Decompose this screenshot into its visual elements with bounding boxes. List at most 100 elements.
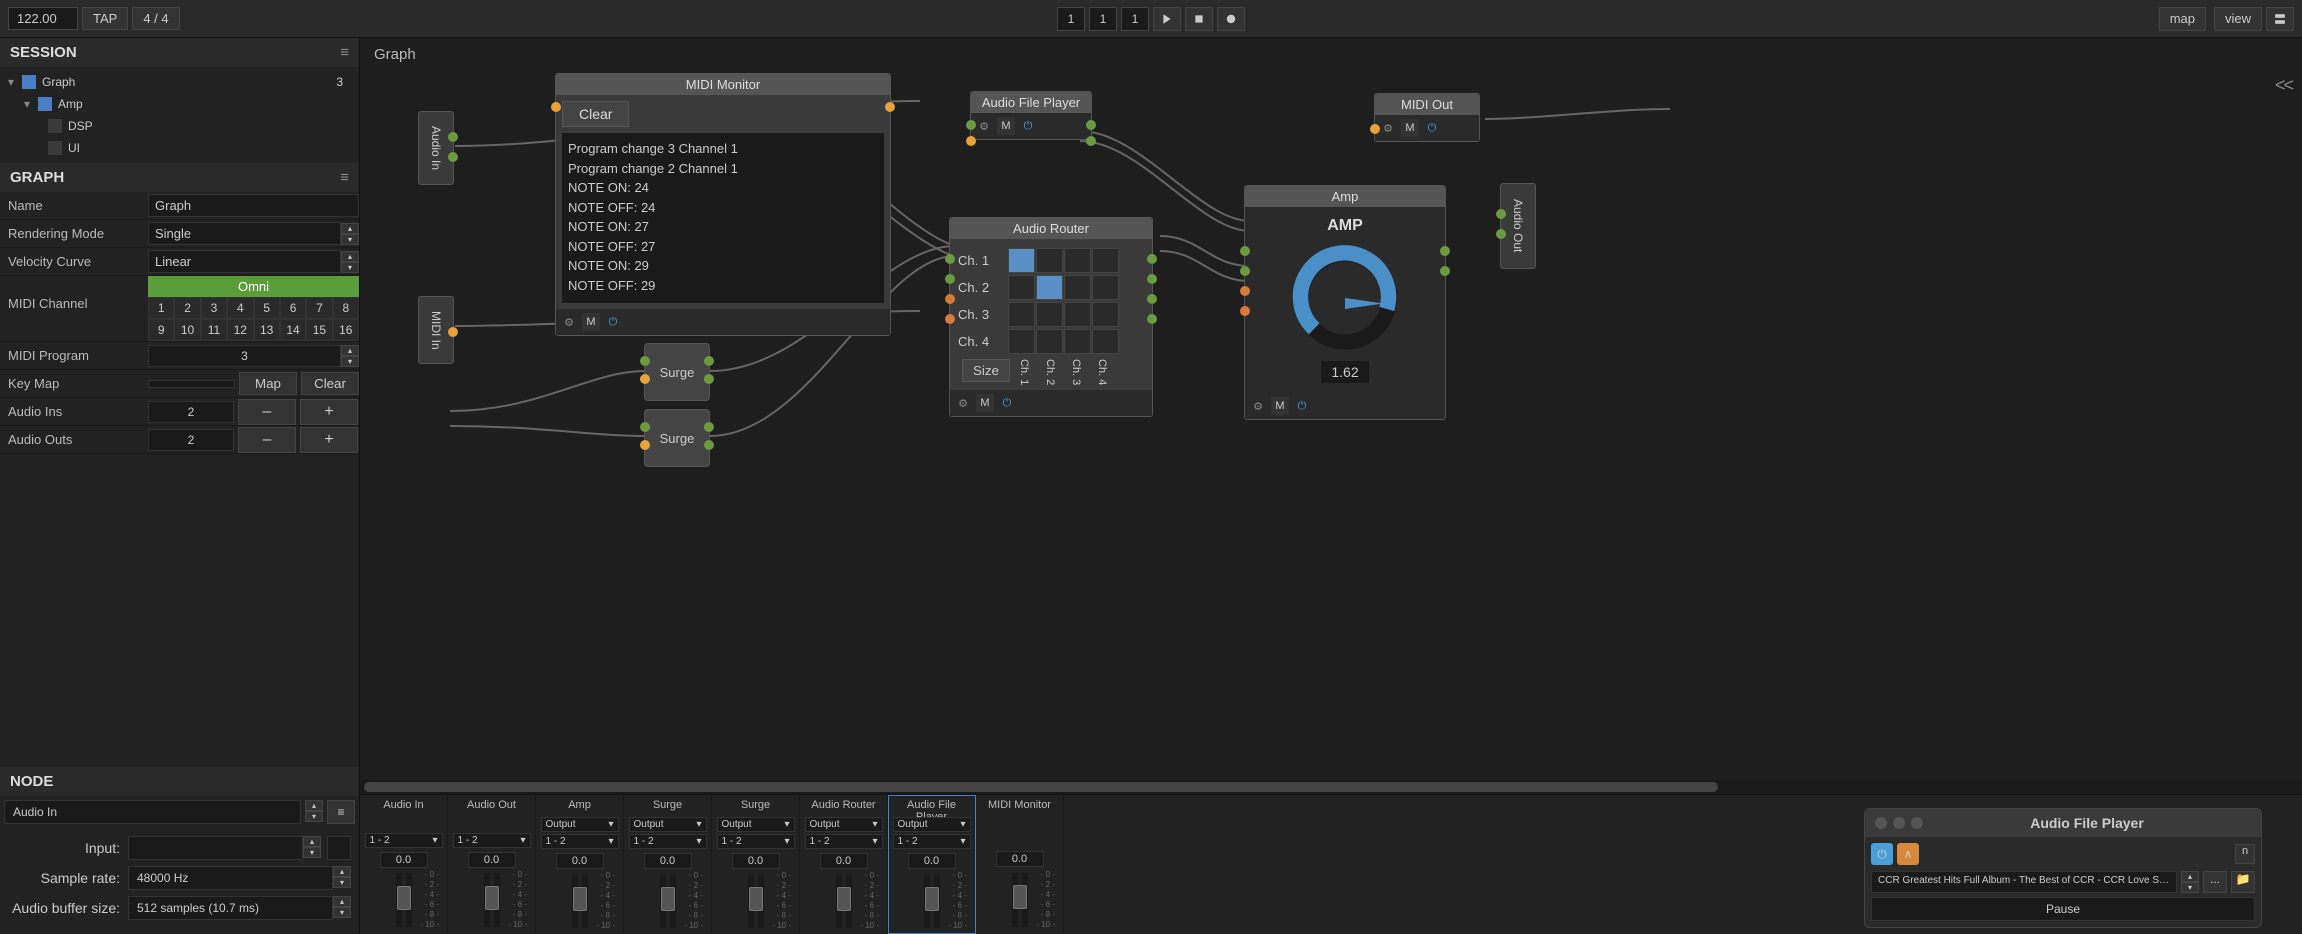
db-value[interactable]: 0.0	[996, 851, 1044, 867]
bpm-input[interactable]	[8, 7, 78, 30]
node-surge-1[interactable]: Surge	[644, 343, 710, 401]
node-select[interactable]: Audio In	[4, 800, 301, 824]
ch-16[interactable]: 16	[333, 319, 359, 341]
input-select[interactable]	[128, 836, 303, 860]
graph-canvas[interactable]: << Audio In	[360, 71, 2302, 780]
afp-n-button[interactable]: n	[2235, 844, 2255, 864]
router-size-button[interactable]: Size	[962, 359, 1010, 382]
power-icon[interactable]: ⏻	[998, 394, 1016, 412]
stepper-up[interactable]: ▴	[333, 866, 351, 877]
router-cell[interactable]	[1008, 302, 1035, 327]
mixer-strip[interactable]: Surge Output▾ 1 - 2▾ 0.0 - 0 -- 2 -- 4 -…	[624, 795, 712, 934]
collapse-button[interactable]: <<	[2275, 75, 2292, 96]
mixer-strip[interactable]: Audio Out 1 - 2▾ 0.0 - 0 -- 2 -- 4 -- 6 …	[448, 795, 536, 934]
gear-icon[interactable]: ⚙	[560, 313, 578, 331]
ch-9[interactable]: 9	[148, 319, 174, 341]
render-select[interactable]: Single	[148, 222, 341, 245]
audio-outs-minus[interactable]: –	[238, 427, 296, 453]
power-icon[interactable]: ⏻	[1871, 843, 1893, 865]
router-cell[interactable]	[1064, 329, 1091, 354]
fader[interactable]	[661, 887, 675, 911]
stepper-up[interactable]: ▴	[305, 800, 323, 811]
node-audio-file-player[interactable]: Audio File Player ⚙ M ⏻	[970, 91, 1092, 140]
fader[interactable]	[1013, 885, 1027, 909]
chevron-down-icon[interactable]: ▾	[24, 97, 38, 111]
node-menu-icon[interactable]: ≡	[327, 800, 355, 824]
gear-icon[interactable]: ⚙	[954, 394, 972, 412]
fader[interactable]	[573, 887, 587, 911]
minimize-icon[interactable]	[1893, 817, 1905, 829]
ch-3[interactable]: 3	[201, 297, 227, 319]
audio-file-player-window[interactable]: Audio File Player ⏻ ∧ n CCR Greatest Hit…	[1864, 808, 2262, 928]
amp-knob[interactable]	[1290, 243, 1400, 353]
node-audio-out[interactable]: Audio Out	[1500, 183, 1536, 269]
mixer-strip[interactable]: Surge Output▾ 1 - 2▾ 0.0 - 0 -- 2 -- 4 -…	[712, 795, 800, 934]
ch-12[interactable]: 12	[227, 319, 253, 341]
fader[interactable]	[485, 886, 499, 910]
tap-button[interactable]: TAP	[82, 7, 128, 30]
stepper-down[interactable]: ▾	[303, 847, 321, 858]
db-value[interactable]: 0.0	[732, 853, 780, 869]
fader[interactable]	[397, 886, 411, 910]
db-value[interactable]: 0.0	[468, 852, 516, 868]
router-cell[interactable]	[1008, 248, 1035, 273]
keymap-map-button[interactable]: Map	[239, 372, 297, 395]
route-select[interactable]: 1 - 2▾	[365, 833, 443, 848]
stop-button[interactable]	[1185, 7, 1213, 31]
ch-11[interactable]: 11	[201, 319, 227, 341]
router-cell[interactable]	[1036, 248, 1063, 273]
mute-button[interactable]: M	[582, 313, 600, 331]
db-value[interactable]: 0.0	[644, 853, 692, 869]
power-icon[interactable]: ⏻	[1423, 119, 1441, 137]
afp-browse-button[interactable]: ...	[2203, 871, 2227, 893]
stepper-up[interactable]: ▴	[341, 251, 359, 262]
node-amp[interactable]: Amp AMP 1.62 ⚙ M ⏻	[1244, 185, 1446, 420]
afp-file-select[interactable]: CCR Greatest Hits Full Album - The Best …	[1871, 871, 2177, 893]
graph-menu-icon[interactable]: ≡	[340, 169, 349, 186]
route-select[interactable]: 1 - 2▾	[805, 834, 883, 849]
route-select[interactable]: 1 - 2▾	[453, 833, 531, 848]
router-cell[interactable]	[1092, 302, 1119, 327]
gear-icon[interactable]: ⚙	[1379, 119, 1397, 137]
node-surge-2[interactable]: Surge	[644, 409, 710, 467]
output-select[interactable]: Output▾	[717, 817, 795, 832]
router-cell[interactable]	[1064, 302, 1091, 327]
ch-14[interactable]: 14	[280, 319, 306, 341]
keymap-field[interactable]	[148, 380, 235, 388]
ch-5[interactable]: 5	[254, 297, 280, 319]
ch-6[interactable]: 6	[280, 297, 306, 319]
chevron-down-icon[interactable]: ▾	[8, 75, 22, 89]
record-button[interactable]	[1217, 7, 1245, 31]
timesig-button[interactable]: 4 / 4	[132, 7, 179, 30]
samplerate-select[interactable]: 48000 Hz	[128, 866, 333, 890]
keymap-clear-button[interactable]: Clear	[301, 372, 359, 395]
stepper-up[interactable]: ▴	[333, 896, 351, 907]
amp-value[interactable]: 1.62	[1321, 361, 1368, 383]
route-select[interactable]: 1 - 2▾	[717, 834, 795, 849]
folder-icon[interactable]: 📁	[2231, 871, 2255, 893]
mixer-strip[interactable]: Audio Router Output▾ 1 - 2▾ 0.0 - 0 -- 2…	[800, 795, 888, 934]
stepper-down[interactable]: ▾	[341, 262, 359, 273]
power-icon[interactable]: ⏻	[604, 313, 622, 331]
router-cell[interactable]	[1036, 329, 1063, 354]
scroll-thumb[interactable]	[364, 782, 1718, 792]
power-icon[interactable]: ⏻	[1019, 117, 1037, 135]
router-cell[interactable]	[1064, 275, 1091, 300]
view-button[interactable]: view	[2214, 7, 2262, 31]
node-audio-router[interactable]: Audio Router Ch. 1 Ch. 2 Ch. 3 Ch. 4 Siz…	[949, 217, 1153, 417]
tree-item-graph[interactable]: ▾ Graph 3	[0, 71, 359, 93]
stepper-down[interactable]: ▾	[341, 356, 359, 367]
tree-item-amp[interactable]: ▾ Amp	[0, 93, 359, 115]
route-select[interactable]: 1 - 2▾	[541, 834, 619, 849]
route-select[interactable]: 1 - 2▾	[629, 834, 707, 849]
router-cell[interactable]	[1064, 248, 1091, 273]
shuffle-icon[interactable]: ∧	[1897, 843, 1919, 865]
buffer-select[interactable]: 512 samples (10.7 ms)	[128, 896, 333, 920]
audio-outs-plus[interactable]: +	[300, 427, 358, 453]
session-menu-icon[interactable]: ≡	[340, 44, 349, 61]
play-button[interactable]	[1153, 7, 1181, 31]
output-select[interactable]: Output▾	[629, 817, 707, 832]
db-value[interactable]: 0.0	[380, 852, 428, 868]
ch-4[interactable]: 4	[227, 297, 253, 319]
mixer-strip[interactable]: Audio In 1 - 2▾ 0.0 - 0 -- 2 -- 4 -- 6 -…	[360, 795, 448, 934]
